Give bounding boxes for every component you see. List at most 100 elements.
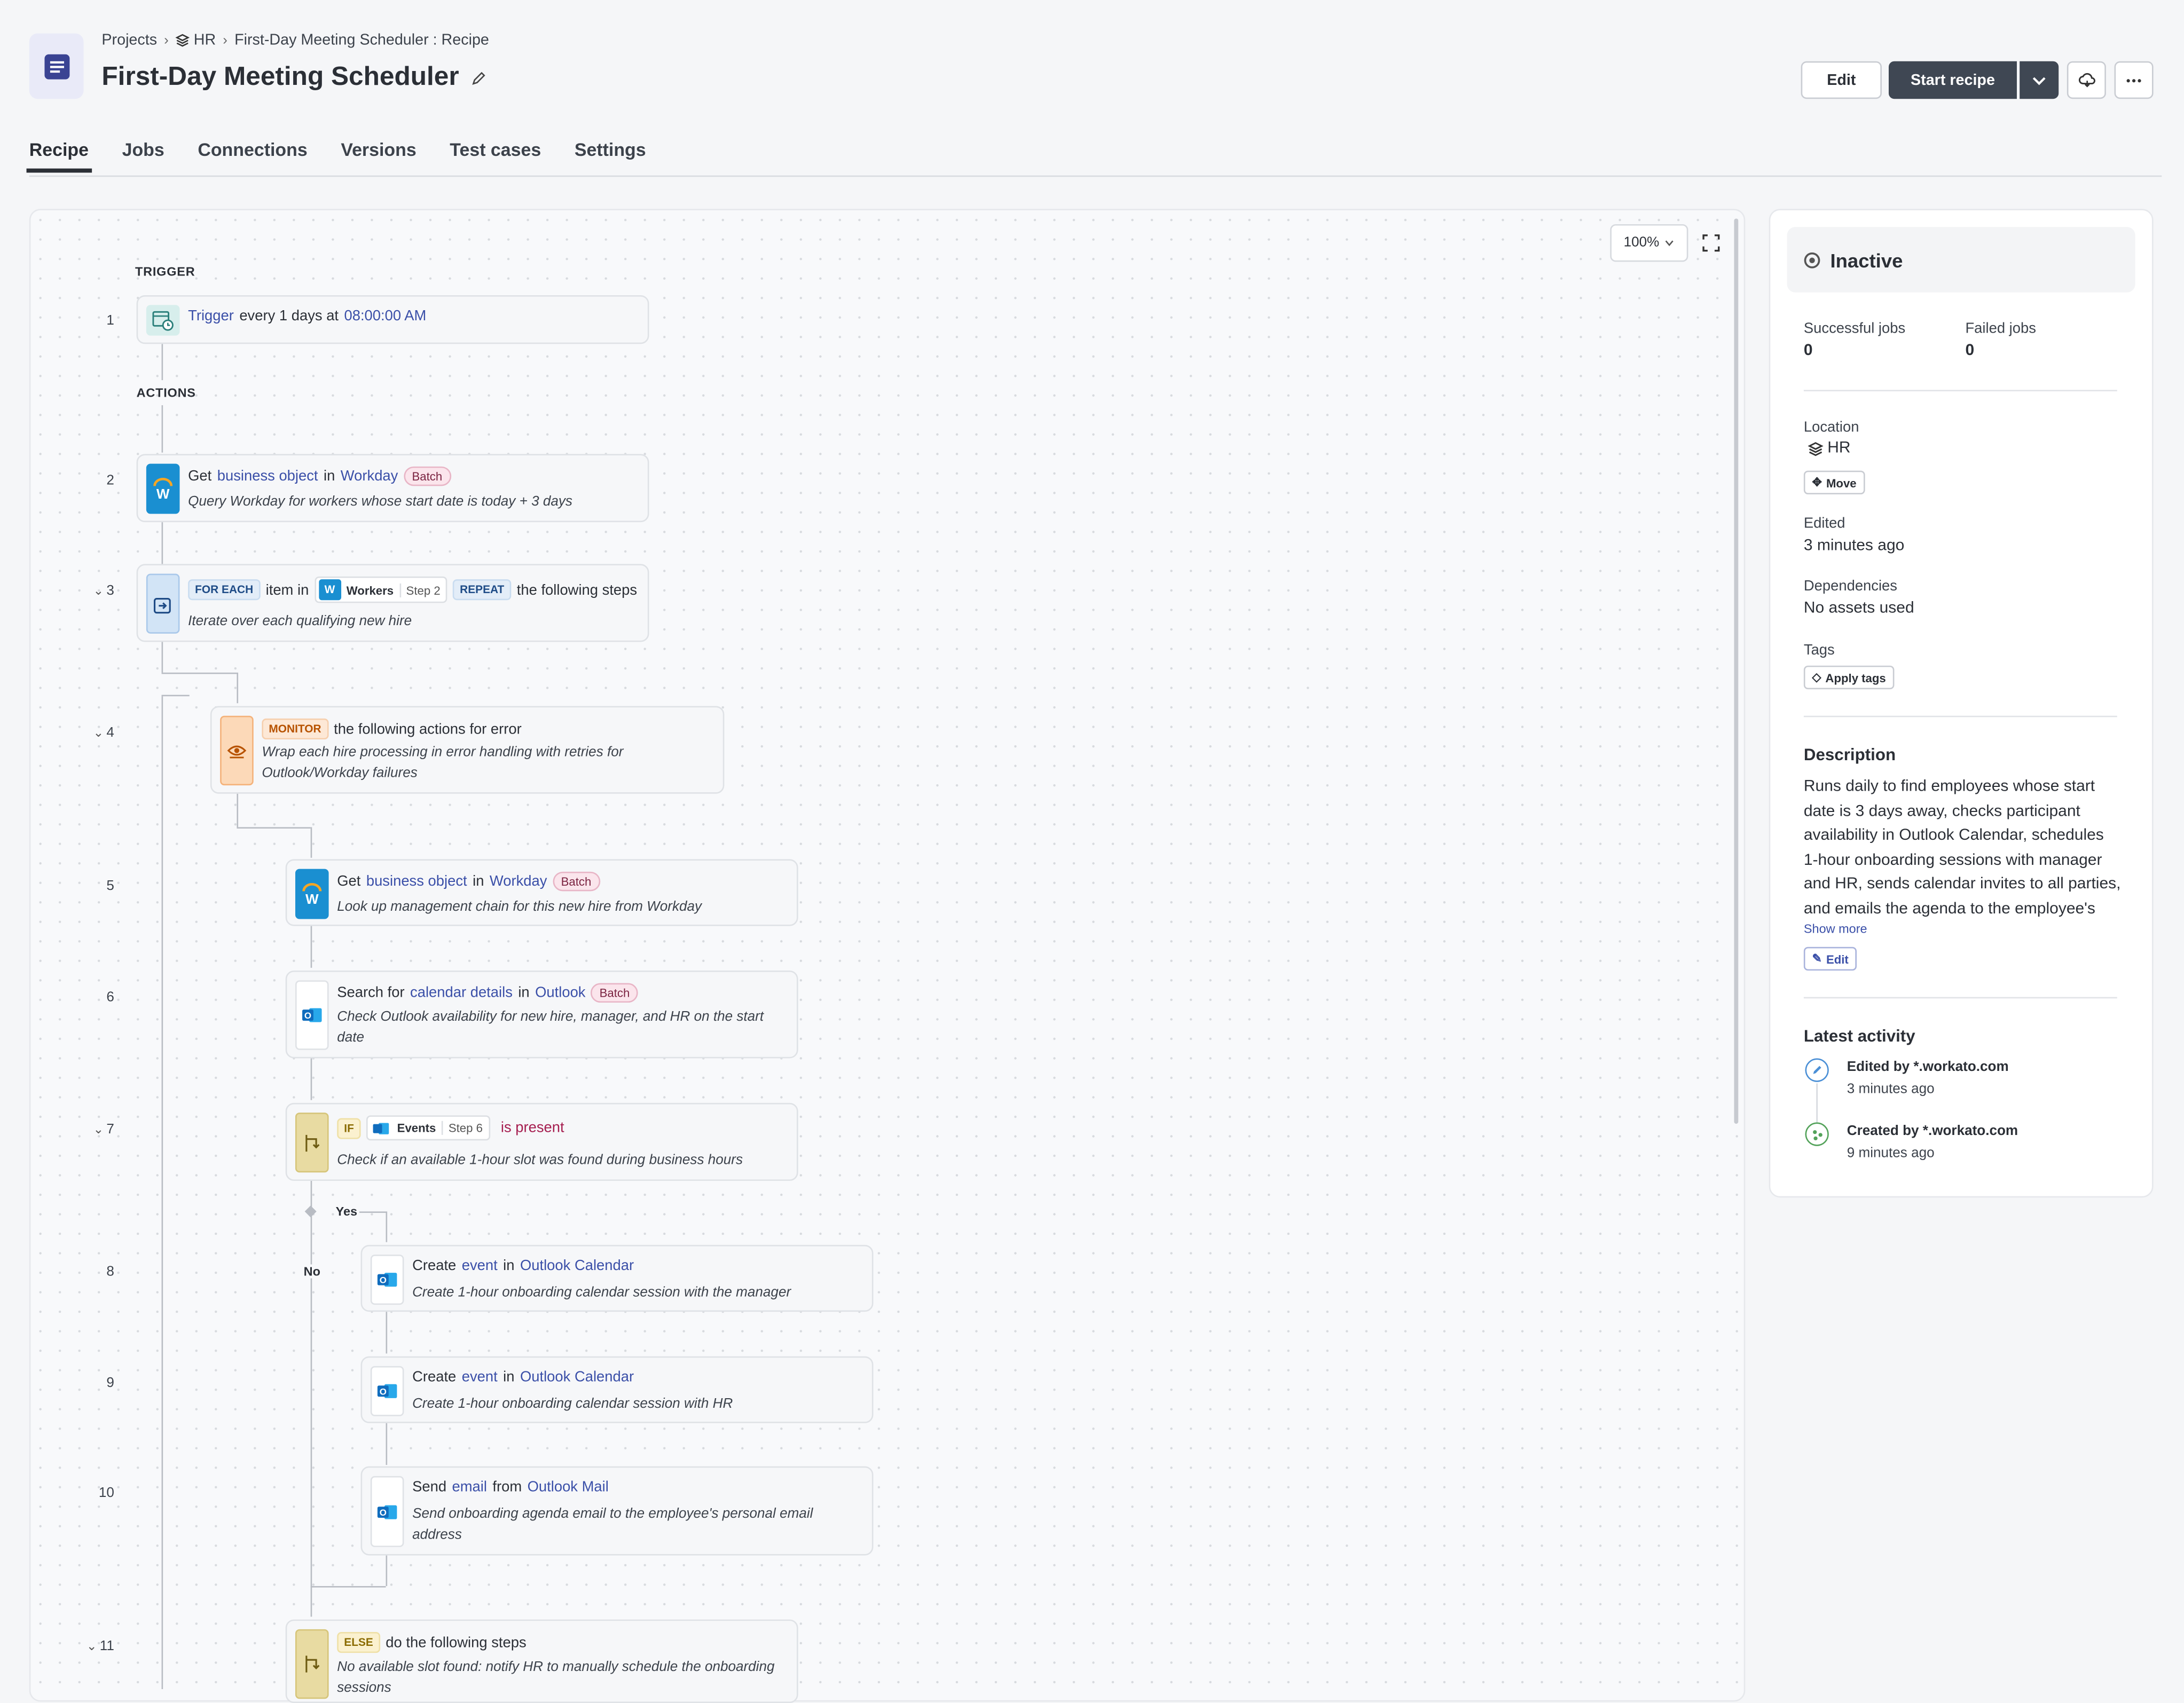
step-number-collapsible[interactable]: ⌄ 3 bbox=[73, 584, 114, 599]
step-number: 5 bbox=[106, 878, 114, 894]
svg-text:O: O bbox=[380, 1275, 387, 1286]
step-preposition: in bbox=[518, 984, 530, 1002]
pencil-icon[interactable] bbox=[470, 70, 485, 86]
show-more-link[interactable]: Show more bbox=[1804, 922, 1867, 936]
step-app-link[interactable]: Workday bbox=[490, 873, 547, 889]
tab-versions[interactable]: Versions bbox=[341, 139, 416, 171]
step-card-outlook-search[interactable]: O Search for calendar details in Outlook… bbox=[285, 971, 798, 1059]
step-verb: Create bbox=[412, 1257, 457, 1274]
connector bbox=[386, 1423, 388, 1465]
created-activity-icon bbox=[1805, 1122, 1829, 1146]
loop-return-line bbox=[161, 696, 163, 1689]
step-app-link[interactable]: Outlook Calendar bbox=[520, 1257, 634, 1274]
connector bbox=[161, 522, 163, 564]
step-object-link[interactable]: event bbox=[462, 1257, 498, 1274]
step-object-link[interactable]: calendar details bbox=[410, 984, 513, 1001]
step-app-link[interactable]: Outlook bbox=[535, 984, 585, 1001]
step-card-workday-get[interactable]: W Get business object in Workday Batch Q… bbox=[136, 454, 649, 523]
trigger-link[interactable]: Trigger bbox=[188, 308, 234, 324]
monitor-keyword: MONITOR bbox=[262, 718, 328, 740]
step-number-collapsible[interactable]: ⌄ 4 bbox=[73, 726, 114, 741]
svg-text:O: O bbox=[380, 1507, 387, 1517]
connector bbox=[310, 1586, 386, 1588]
breadcrumb-separator-icon: › bbox=[164, 33, 169, 48]
datapill-workers[interactable]: W Workers Step 2 bbox=[314, 576, 447, 603]
edit-icon: ✎ bbox=[1812, 951, 1822, 965]
step-card-monitor[interactable]: MONITOR the following actions for error … bbox=[210, 706, 725, 794]
actions-section-label: ACTIONS bbox=[136, 385, 196, 400]
breadcrumb-folder-label: HR bbox=[193, 31, 216, 49]
step-text: do the following steps bbox=[386, 1634, 527, 1651]
connector bbox=[161, 695, 190, 697]
step-text: the following steps bbox=[516, 581, 638, 598]
breadcrumb-projects[interactable]: Projects bbox=[101, 32, 157, 49]
more-options-button[interactable] bbox=[2114, 61, 2154, 99]
step-verb: Send bbox=[412, 1479, 447, 1496]
step-object-link[interactable]: business object bbox=[217, 468, 318, 484]
connector bbox=[386, 1312, 388, 1354]
recipe-canvas[interactable] bbox=[29, 209, 1746, 1702]
step-card-outlook-send-email[interactable]: O Send email from Outlook Mail Send onbo… bbox=[360, 1466, 874, 1556]
connector bbox=[310, 926, 312, 968]
activity-timeline-line bbox=[1816, 1083, 1818, 1123]
tab-connections[interactable]: Connections bbox=[198, 139, 307, 171]
description-heading: Description bbox=[1803, 745, 1896, 765]
location-label: Location bbox=[1803, 419, 1859, 436]
status-text: Inactive bbox=[1830, 248, 1903, 271]
step-description: Wrap each hire processing in error handl… bbox=[262, 745, 624, 782]
status-badge: Inactive bbox=[1787, 227, 2135, 293]
step-card-for-each[interactable]: FOR EACH item in W Workers Step 2 REPEAT… bbox=[136, 564, 649, 642]
move-button[interactable]: ✥ Move bbox=[1803, 470, 1865, 494]
chevron-down-icon: ⌄ bbox=[93, 583, 104, 598]
step-verb: Search for bbox=[337, 984, 405, 1002]
step-app-link[interactable]: Outlook Mail bbox=[528, 1479, 609, 1495]
edit-button[interactable]: Edit bbox=[1801, 61, 1882, 99]
step-object-link[interactable]: business object bbox=[366, 873, 467, 889]
step-card-workday-get[interactable]: W Get business object in Workday Batch L… bbox=[285, 859, 798, 926]
step-card-outlook-create-event[interactable]: O Create event in Outlook Calendar Creat… bbox=[360, 1244, 874, 1312]
cloud-sync-button[interactable] bbox=[2067, 61, 2106, 99]
step-number-collapsible[interactable]: ⌄ 7 bbox=[73, 1122, 114, 1138]
step-object-link[interactable]: email bbox=[452, 1479, 487, 1495]
step-description: Look up management chain for this new hi… bbox=[337, 900, 702, 915]
step-number-text: 4 bbox=[106, 725, 114, 741]
tab-settings[interactable]: Settings bbox=[575, 139, 646, 171]
step-card-else[interactable]: ELSE do the following steps No available… bbox=[285, 1619, 798, 1703]
breadcrumb-folder[interactable]: HR bbox=[175, 31, 216, 49]
chevron-down-icon: ⌄ bbox=[86, 1639, 97, 1653]
tab-test-cases[interactable]: Test cases bbox=[450, 139, 541, 171]
breadcrumb-current: First-Day Meeting Scheduler : Recipe bbox=[234, 31, 489, 49]
batch-badge: Batch bbox=[591, 983, 638, 1003]
outlook-icon: O bbox=[370, 1366, 404, 1416]
description-edit-button[interactable]: ✎ Edit bbox=[1803, 947, 1857, 971]
successful-jobs-value: 0 bbox=[1803, 342, 1813, 359]
step-card-outlook-create-event[interactable]: O Create event in Outlook Calendar Creat… bbox=[360, 1356, 874, 1423]
no-label: No bbox=[303, 1264, 320, 1279]
canvas-scrollbar[interactable] bbox=[1734, 218, 1739, 1124]
step-text: item in bbox=[265, 581, 309, 598]
step-card-if[interactable]: IF Events Step 6 is present Check if an … bbox=[285, 1102, 798, 1181]
datapill-label: Events bbox=[397, 1121, 436, 1135]
connector bbox=[237, 793, 239, 827]
datapill-events[interactable]: Events Step 6 bbox=[366, 1115, 490, 1141]
step-card-trigger[interactable]: Trigger every 1 days at 08:00:00 AM bbox=[136, 295, 649, 344]
page-title-text: First-Day Meeting Scheduler bbox=[101, 62, 459, 92]
start-recipe-button[interactable]: Start recipe bbox=[1888, 61, 2017, 99]
apply-tags-button[interactable]: ◇ Apply tags bbox=[1803, 665, 1895, 690]
yes-branch-line bbox=[359, 1211, 386, 1213]
chevron-down-icon: ⌄ bbox=[93, 725, 104, 740]
no-branch-line bbox=[310, 1180, 312, 1617]
tab-recipe[interactable]: Recipe bbox=[26, 139, 91, 173]
step-object-link[interactable]: event bbox=[462, 1369, 498, 1385]
fullscreen-button[interactable] bbox=[1692, 224, 1729, 262]
trigger-time-link[interactable]: 08:00:00 AM bbox=[344, 308, 426, 324]
step-text: the following actions for error bbox=[334, 720, 522, 738]
zoom-select[interactable]: 100% bbox=[1610, 224, 1688, 262]
step-app-link[interactable]: Outlook Calendar bbox=[520, 1369, 634, 1385]
step-preposition: in bbox=[473, 873, 484, 890]
start-options-button[interactable] bbox=[2020, 61, 2059, 99]
step-app-link[interactable]: Workday bbox=[341, 468, 398, 484]
tab-jobs[interactable]: Jobs bbox=[122, 139, 164, 171]
step-number-collapsible[interactable]: ⌄ 11 bbox=[73, 1639, 114, 1654]
workday-icon: W bbox=[146, 463, 180, 514]
